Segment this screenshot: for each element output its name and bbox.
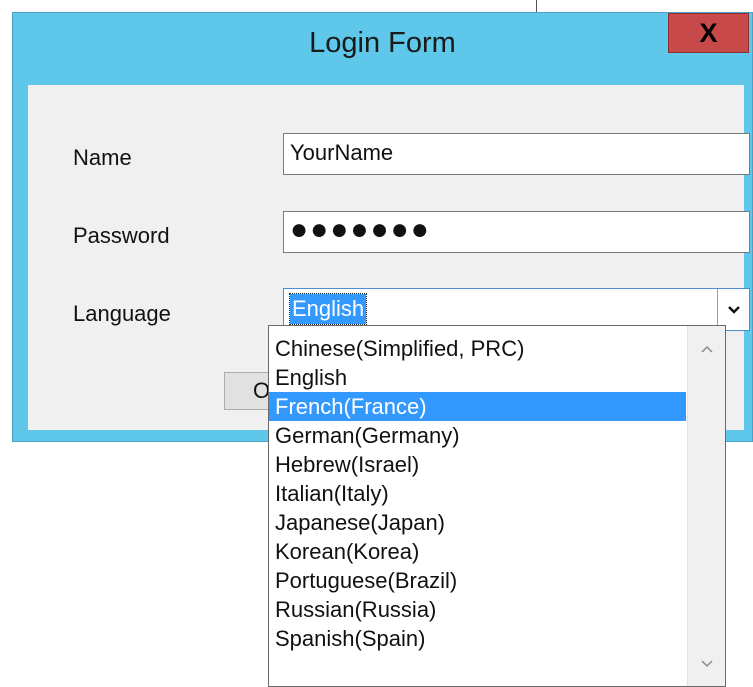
dropdown-scrollbar[interactable] — [687, 326, 725, 686]
close-icon: X — [699, 18, 718, 48]
name-input[interactable]: YourName — [283, 133, 750, 175]
password-label: Password — [73, 223, 170, 248]
background-divider-line — [536, 0, 537, 12]
language-option[interactable]: Portuguese(Brazil) — [269, 566, 686, 595]
language-option[interactable]: Hebrew(Israel) — [269, 450, 686, 479]
window-title: Login Form — [309, 27, 456, 59]
language-dropdown-list[interactable]: Chinese(Simplified, PRC) English French(… — [268, 325, 726, 687]
language-option[interactable]: Italian(Italy) — [269, 479, 686, 508]
language-option[interactable]: Japanese(Japan) — [269, 508, 686, 537]
language-option[interactable]: English — [269, 363, 686, 392]
language-option[interactable]: German(Germany) — [269, 421, 686, 450]
language-label: Language — [73, 301, 171, 326]
close-button[interactable]: X — [668, 13, 749, 53]
chevron-up-icon[interactable] — [688, 334, 725, 366]
language-option[interactable]: Korean(Korea) — [269, 537, 686, 566]
name-label: Name — [73, 145, 132, 170]
language-option[interactable]: Spanish(Spain) — [269, 624, 686, 653]
chevron-down-icon[interactable] — [717, 289, 749, 330]
window-titlebar[interactable]: Login Form — [13, 13, 752, 83]
language-option[interactable]: Chinese(Simplified, PRC) — [269, 334, 686, 363]
language-option[interactable]: Russian(Russia) — [269, 595, 686, 624]
chevron-down-icon[interactable] — [688, 648, 725, 680]
language-selected-value: English — [288, 293, 368, 325]
language-option-selected[interactable]: French(France) — [269, 392, 686, 421]
password-input[interactable]: ●●●●●●● — [283, 211, 750, 253]
